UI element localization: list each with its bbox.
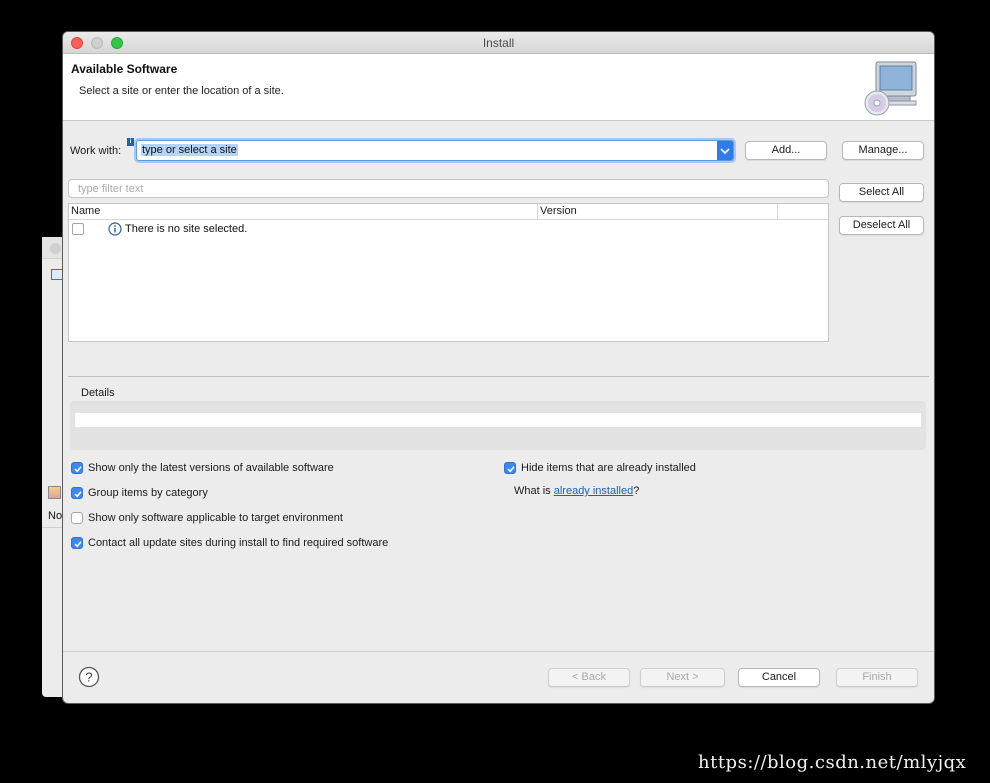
details-panel <box>70 401 926 450</box>
column-header-name[interactable]: Name <box>71 205 100 217</box>
background-window-close-dot <box>50 243 61 254</box>
background-window-label: No <box>48 510 63 522</box>
footer-divider <box>63 651 934 652</box>
page-title: Available Software <box>71 62 178 76</box>
select-all-button[interactable]: Select All <box>839 183 924 202</box>
table-header: Name Version <box>69 204 828 220</box>
chevron-down-icon[interactable] <box>717 141 733 160</box>
hide-installed-label[interactable]: Hide items that are already installed <box>521 462 696 474</box>
finish-button[interactable]: Finish <box>836 668 918 687</box>
manage-sites-button[interactable]: Manage... <box>842 141 924 160</box>
next-button[interactable]: Next > <box>640 668 725 687</box>
what-is-installed-text: What is already installed? <box>514 485 639 497</box>
work-with-label: Work with: <box>70 145 122 157</box>
install-dialog: Install Available Software Select a site… <box>63 32 934 703</box>
show-latest-label[interactable]: Show only the latest versions of availab… <box>88 462 334 474</box>
image-icon <box>48 486 61 499</box>
show-latest-checkbox[interactable] <box>71 462 83 474</box>
back-button[interactable]: < Back <box>548 668 630 687</box>
table-row-checkbox[interactable] <box>72 223 84 235</box>
titlebar: Install <box>63 32 934 54</box>
group-by-category-label[interactable]: Group items by category <box>88 487 208 499</box>
page-description: Select a site or enter the location of a… <box>79 85 284 97</box>
no-site-message: There is no site selected. <box>125 223 248 235</box>
software-table[interactable]: Name Version There is no site selected. <box>68 203 829 342</box>
deselect-all-button[interactable]: Deselect All <box>839 216 924 235</box>
details-label: Details <box>81 387 115 399</box>
contact-all-sites-checkbox[interactable] <box>71 537 83 549</box>
window-icon <box>51 269 63 280</box>
info-icon <box>108 222 122 236</box>
window-title: Install <box>482 36 515 50</box>
cancel-button[interactable]: Cancel <box>738 668 820 687</box>
column-divider <box>777 204 778 220</box>
work-with-input[interactable]: type or select a site <box>141 144 238 156</box>
contact-all-sites-label[interactable]: Contact all update sites during install … <box>88 537 388 549</box>
install-software-icon <box>864 61 917 116</box>
work-with-combo[interactable]: type or select a site <box>136 140 734 161</box>
show-applicable-label[interactable]: Show only software applicable to target … <box>88 512 343 524</box>
watermark-url: https://blog.csdn.net/mlyjqx <box>698 752 967 773</box>
what-is-suffix: ? <box>633 485 640 497</box>
what-is-prefix: What is <box>514 485 554 497</box>
column-header-version[interactable]: Version <box>540 205 577 217</box>
add-site-button[interactable]: Add... <box>745 141 827 160</box>
hide-installed-checkbox[interactable] <box>504 462 516 474</box>
filter-input[interactable]: type filter text <box>68 179 829 198</box>
group-by-category-checkbox[interactable] <box>71 487 83 499</box>
svg-text:?: ? <box>85 670 92 685</box>
already-installed-link[interactable]: already installed <box>554 485 634 497</box>
column-divider <box>537 204 538 220</box>
info-decorator-icon: i <box>127 138 134 146</box>
wizard-banner: Available Software Select a site or ente… <box>63 54 934 121</box>
section-divider <box>68 376 929 377</box>
show-applicable-checkbox[interactable] <box>71 512 83 524</box>
details-text-area[interactable] <box>75 413 921 427</box>
filter-placeholder: type filter text <box>78 183 144 195</box>
help-icon[interactable]: ? <box>78 666 100 688</box>
